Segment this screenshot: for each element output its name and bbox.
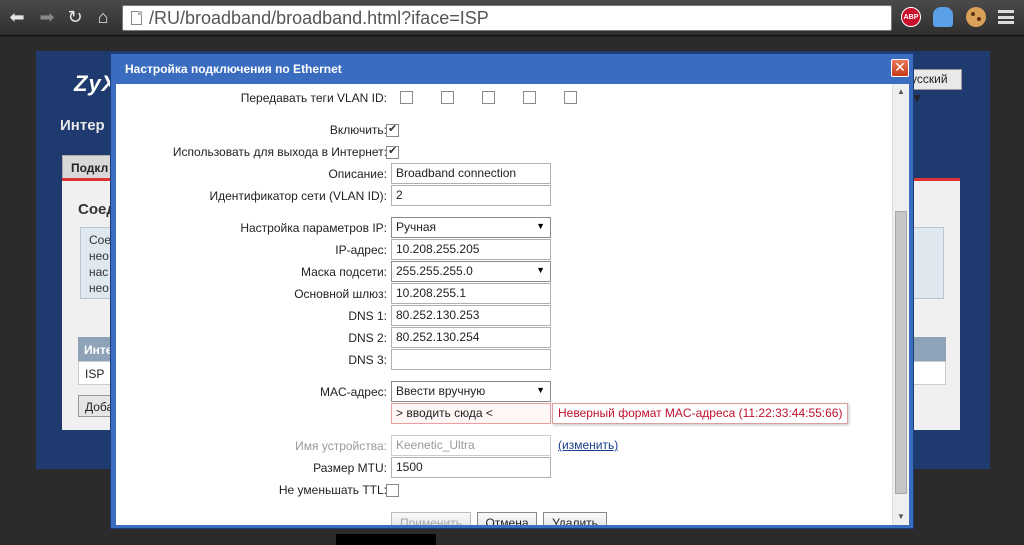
mask-select[interactable]: 255.255.255.0 ▼ — [391, 261, 551, 282]
description-label: Описание: — [328, 167, 387, 181]
back-arrow-icon[interactable]: ⬅ — [6, 6, 28, 28]
apply-button[interactable]: Применить — [391, 512, 471, 525]
dropdown-arrow-icon: ▼ — [536, 385, 545, 395]
address-bar[interactable]: /RU/broadband/broadband.html?iface=ISP — [122, 5, 892, 31]
mac-input[interactable]: > вводить сюда < — [391, 403, 551, 424]
vlan-tag-checkbox-3[interactable] — [482, 91, 495, 104]
ip-settings-label: Настройка параметров IP: — [240, 221, 387, 235]
vlan-tag-checkbox-2[interactable] — [441, 91, 454, 104]
dropdown-arrow-icon: ▼ — [536, 221, 545, 231]
mtu-label: Размер MTU: — [313, 461, 387, 475]
ip-settings-value: Ручная — [396, 220, 437, 234]
delete-button[interactable]: Удалить — [543, 512, 607, 525]
dropdown-arrow-icon: ▼ — [536, 265, 545, 275]
language-value: усский — [911, 72, 948, 86]
reload-icon[interactable]: ↻ — [64, 6, 86, 28]
vlan-id-label: Идентификатор сети (VLAN ID): — [209, 189, 388, 203]
mac-error-tooltip: Неверный формат MAC-адреса (11:22:33:44:… — [552, 403, 849, 424]
ip-settings-select[interactable]: Ручная ▼ — [391, 217, 551, 238]
scroll-up-icon[interactable]: ▲ — [893, 85, 909, 99]
home-icon[interactable]: ⌂ — [92, 6, 114, 28]
mac-label: MAC-адрес: — [319, 385, 387, 399]
page-heading: Интер — [60, 117, 105, 134]
dialog-body: Передавать теги VLAN ID: Включить: Испол… — [116, 84, 892, 525]
menu-icon[interactable] — [998, 10, 1014, 24]
ethernet-settings-dialog: Настройка подключения по Ethernet ✕ Пере… — [110, 53, 914, 529]
forward-arrow-icon[interactable]: ➡ — [36, 6, 58, 28]
ttl-label: Не уменьшать TTL: — [278, 483, 387, 497]
mtu-input[interactable]: 1500 — [391, 457, 551, 478]
mac-mode-value: Ввести вручную — [396, 384, 486, 398]
mask-label: Маска подсети: — [300, 265, 387, 279]
use-for-internet-label: Использовать для выхода в Интернет: — [172, 145, 387, 159]
cancel-button[interactable]: Отмена — [477, 512, 537, 525]
language-select[interactable]: усский ▼ — [906, 69, 962, 105]
cookie-icon[interactable] — [966, 7, 986, 27]
dialog-scrollbar[interactable]: ▲ ▼ — [892, 84, 909, 525]
change-device-name-link[interactable]: (изменить) — [558, 438, 618, 452]
ttl-checkbox[interactable] — [386, 484, 399, 497]
scroll-down-icon[interactable]: ▼ — [893, 510, 909, 524]
vlan-id-input[interactable]: 2 — [391, 185, 551, 206]
use-for-internet-checkbox[interactable] — [386, 144, 399, 159]
dns2-label: DNS 2: — [348, 331, 387, 345]
dns1-label: DNS 1: — [348, 309, 387, 323]
mac-mode-select[interactable]: Ввести вручную ▼ — [391, 381, 551, 402]
tab-connections[interactable]: Подкл — [62, 155, 114, 179]
vlan-tag-checkbox-4[interactable] — [523, 91, 536, 104]
url-text[interactable]: /RU/broadband/broadband.html?iface=ISP — [149, 8, 489, 29]
vlan-tag-checkbox-5[interactable] — [564, 91, 577, 104]
dns3-input[interactable] — [391, 349, 551, 370]
enable-label: Включить: — [329, 123, 387, 137]
vlan-tag-checkbox-1[interactable] — [400, 91, 413, 104]
device-name-label: Имя устройства: — [295, 439, 387, 453]
vlan-tags-label: Передавать теги VLAN ID: — [240, 91, 387, 105]
adblock-icon[interactable]: ABP — [901, 7, 921, 27]
dns1-input[interactable]: 80.252.130.253 — [391, 305, 551, 326]
ip-label: IP-адрес: — [335, 243, 387, 257]
browser-toolbar: ⬅ ➡ ↻ ⌂ /RU/broadband/broadband.html?ifa… — [0, 0, 1024, 36]
enable-checkbox[interactable] — [386, 122, 399, 137]
dns2-input[interactable]: 80.252.130.254 — [391, 327, 551, 348]
page-icon — [131, 11, 142, 25]
close-icon[interactable]: ✕ — [891, 59, 909, 77]
mask-value: 255.255.255.0 — [396, 264, 473, 278]
gateway-input[interactable]: 10.208.255.1 — [391, 283, 551, 304]
dialog-title: Настройка подключения по Ethernet — [125, 62, 342, 76]
ip-input[interactable]: 10.208.255.205 — [391, 239, 551, 260]
ghostery-icon[interactable] — [933, 7, 953, 27]
scrollbar-thumb[interactable] — [895, 211, 907, 494]
gateway-label: Основной шлюз: — [294, 287, 387, 301]
dns3-label: DNS 3: — [348, 353, 387, 367]
device-name-input: Keenetic_Ultra — [391, 435, 551, 456]
footer-bar — [336, 534, 436, 545]
description-input[interactable]: Broadband connection — [391, 163, 551, 184]
